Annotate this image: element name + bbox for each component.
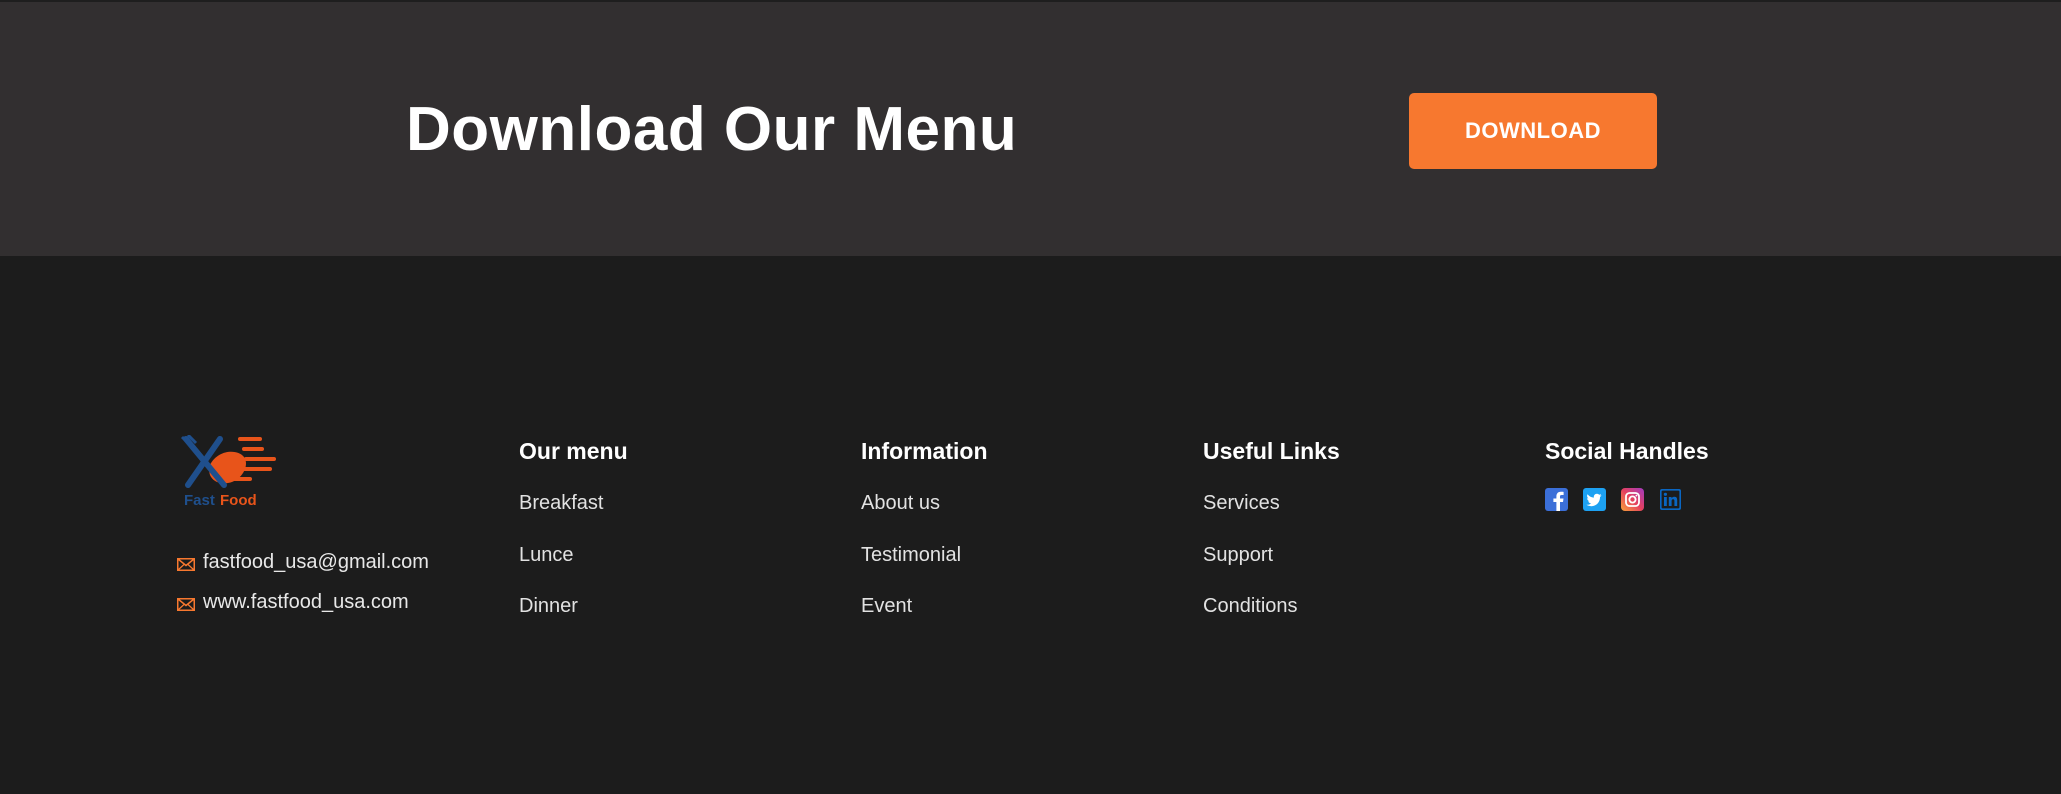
footer-link-support[interactable]: Support [1203, 543, 1273, 567]
footer-link-about-us[interactable]: About us [861, 491, 940, 515]
column-title-social-handles: Social Handles [1545, 438, 1709, 464]
footer-link-dinner[interactable]: Dinner [519, 594, 578, 618]
site-footer [0, 256, 2061, 794]
svg-text:Fast: Fast [184, 492, 215, 509]
social-icons [1545, 488, 1697, 511]
footer-column-information: Information About us Testimonial Event [861, 435, 1161, 617]
twitter-icon[interactable] [1583, 488, 1606, 511]
footer-link-conditions[interactable]: Conditions [1203, 594, 1298, 618]
footer-link-lunce[interactable]: Lunce [519, 543, 574, 567]
column-title-our-menu: Our menu [519, 438, 628, 464]
banner-title: Download Our Menu [406, 95, 1018, 164]
column-title-information: Information [861, 438, 988, 464]
contact-website[interactable]: www.fastfood_usa.com [177, 590, 409, 614]
column-title-useful-links: Useful Links [1203, 438, 1340, 464]
mail-icon [177, 557, 195, 571]
footer-link-services[interactable]: Services [1203, 491, 1280, 515]
svg-text:Food: Food [220, 492, 257, 509]
facebook-icon[interactable] [1545, 488, 1568, 511]
instagram-icon[interactable] [1621, 488, 1644, 511]
website-text: www.fastfood_usa.com [203, 591, 409, 613]
footer-column-social: Social Handles [1545, 435, 1845, 467]
footer-column-useful-links: Useful Links Services Support Conditions [1203, 435, 1503, 617]
mail-icon [177, 597, 195, 611]
footer-column-menu: Our menu Breakfast Lunce Dinner [519, 435, 819, 617]
footer-link-testimonial[interactable]: Testimonial [861, 543, 961, 567]
email-text: fastfood_usa@gmail.com [203, 551, 429, 573]
fast-food-logo[interactable]: Fast Food [180, 435, 285, 511]
footer-link-breakfast[interactable]: Breakfast [519, 491, 603, 515]
footer-link-event[interactable]: Event [861, 594, 912, 618]
linkedin-icon[interactable] [1659, 488, 1682, 511]
download-banner: Download Our Menu DOWNLOAD [0, 2, 2061, 256]
contact-email[interactable]: fastfood_usa@gmail.com [177, 550, 429, 574]
download-button[interactable]: DOWNLOAD [1409, 93, 1657, 169]
